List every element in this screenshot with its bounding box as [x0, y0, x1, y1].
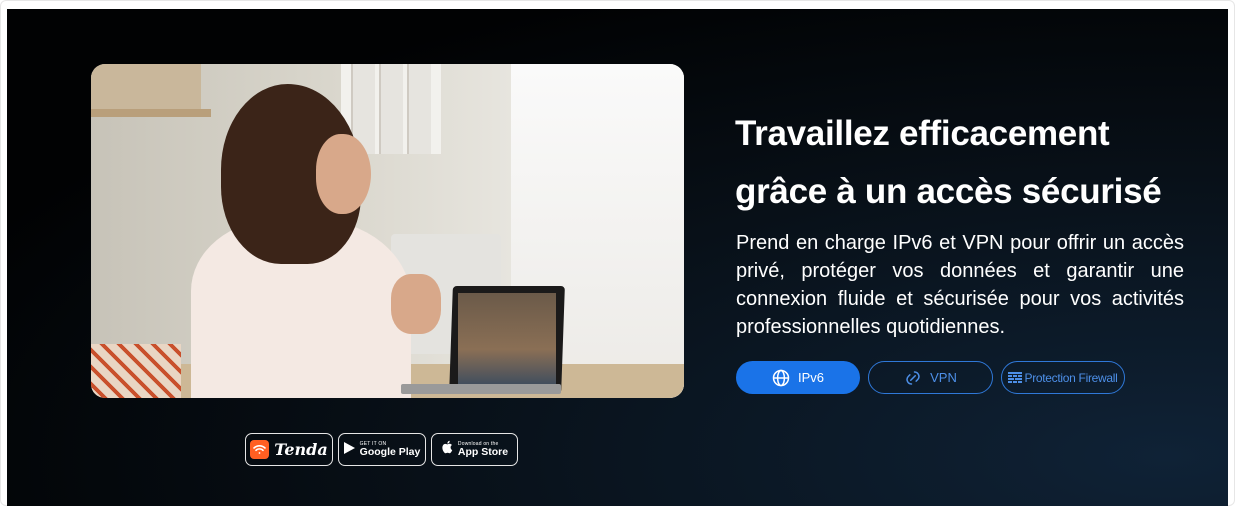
video-call-screen [458, 293, 556, 387]
feature-tag-vpn[interactable]: VPN [868, 361, 993, 394]
firewall-icon [1008, 371, 1023, 384]
google-play-icon [343, 441, 355, 459]
tenda-app-badge[interactable]: Tenda [245, 433, 333, 466]
feature-tag-label: Protection Firewall [1024, 370, 1118, 385]
hero-headline: Travaillez efficacement grâce à un accès… [735, 105, 1205, 221]
store-big-text: App Store [457, 445, 509, 458]
headline-line-2: grâce à un accès sécurisé [735, 172, 1162, 211]
hero-banner: Travaillez efficacement grâce à un accès… [7, 9, 1228, 506]
feature-tag-ipv6[interactable]: IPv6 [736, 361, 860, 394]
headline-line-1: Travaillez efficacement [735, 114, 1110, 153]
tenda-wifi-icon [250, 440, 270, 459]
feature-tag-firewall[interactable]: Protection Firewall [1001, 361, 1125, 394]
hero-description: Prend en charge IPv6 et VPN pour offrir … [736, 232, 1184, 338]
globe-icon [772, 369, 790, 387]
store-big-text: Google Play [359, 445, 421, 458]
apple-icon [441, 440, 453, 459]
hero-photo [91, 64, 684, 398]
tenda-logo-text: Tenda [274, 440, 328, 459]
vpn-icon [904, 369, 922, 387]
google-play-badge[interactable]: GET IT ON Google Play [338, 433, 426, 466]
feature-tag-label: IPv6 [797, 370, 824, 385]
feature-tag-label: VPN [930, 370, 957, 385]
app-store-badge[interactable]: Download on the App Store [431, 433, 518, 466]
